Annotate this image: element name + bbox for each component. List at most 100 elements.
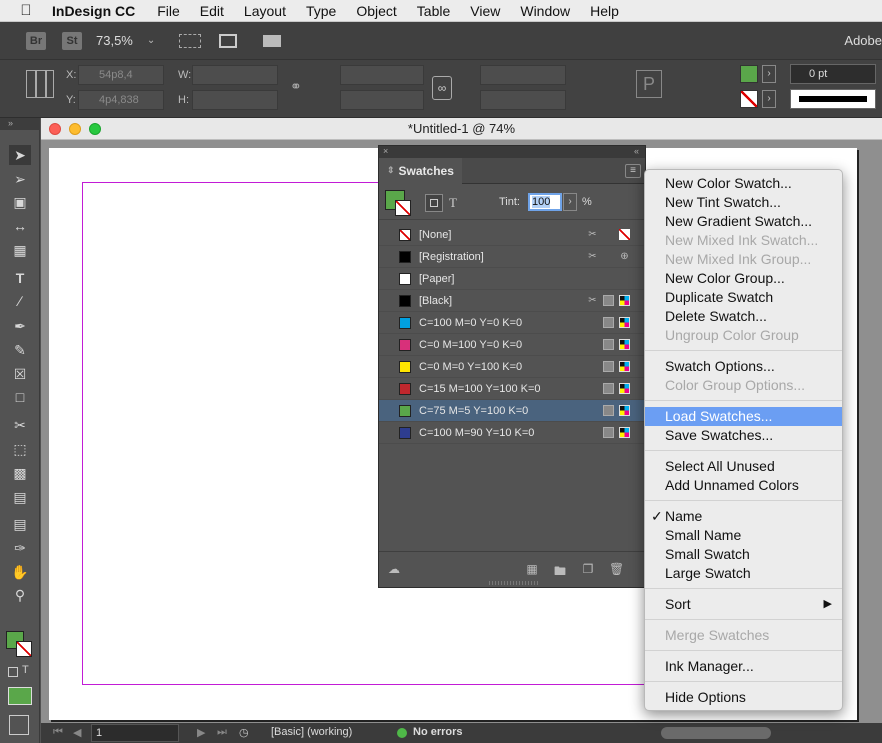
page-tool-icon[interactable]: ▣: [9, 192, 31, 212]
first-page-icon[interactable]: ⏮: [53, 726, 63, 739]
type-tool-icon[interactable]: T: [9, 268, 31, 288]
view-options-icon[interactable]: [179, 33, 202, 48]
menu-view-small-swatch[interactable]: Small Swatch: [645, 545, 842, 564]
zoom-window-icon[interactable]: [89, 123, 101, 135]
menu-ink-manager[interactable]: Ink Manager...: [645, 657, 842, 676]
stock-button[interactable]: St: [62, 31, 82, 50]
h-field[interactable]: [192, 90, 278, 110]
menu-new-color-group[interactable]: New Color Group...: [645, 269, 842, 288]
page-number-field[interactable]: 1: [91, 724, 179, 742]
arrange-documents-icon[interactable]: [263, 34, 282, 47]
zoom-tool-icon[interactable]: ⚲: [9, 585, 31, 605]
panel-menu-icon[interactable]: ≡: [625, 163, 641, 178]
swatch-row-registration[interactable]: [Registration] ✂ ⊕: [379, 246, 645, 268]
delete-swatch-icon[interactable]: 🗑: [609, 562, 624, 576]
selection-tool-icon[interactable]: ➤: [9, 145, 31, 165]
swatch-row-yellow[interactable]: C=0 M=0 Y=100 K=0: [379, 356, 645, 378]
content-collector-icon[interactable]: ▦: [9, 240, 31, 260]
formatting-text-icon[interactable]: T: [449, 195, 457, 211]
swatch-row-green[interactable]: C=75 M=5 Y=100 K=0: [379, 400, 645, 422]
scissors-icon[interactable]: ✂: [9, 415, 31, 435]
resize-grip-icon[interactable]: [489, 581, 539, 585]
last-page-icon[interactable]: ⏭: [217, 726, 227, 739]
container-icon[interactable]: [8, 667, 18, 677]
fill-arrow-icon[interactable]: ›: [762, 65, 776, 83]
formatting-container-icon[interactable]: [425, 194, 443, 212]
close-window-icon[interactable]: [49, 123, 61, 135]
shear-field[interactable]: [480, 90, 566, 110]
zoom-chevron-icon[interactable]: ⌄: [147, 35, 155, 46]
minimize-window-icon[interactable]: [69, 123, 81, 135]
preflight-profile[interactable]: [Basic] (working): [271, 726, 352, 738]
menu-layout[interactable]: Layout: [234, 3, 296, 19]
menu-window[interactable]: Window: [510, 3, 580, 19]
free-transform-icon[interactable]: ⬚: [9, 439, 31, 459]
swatch-row-black[interactable]: [Black] ✂: [379, 290, 645, 312]
menu-add-unnamed-colors[interactable]: Add Unnamed Colors: [645, 476, 842, 495]
show-swatch-kinds-icon[interactable]: ▦: [525, 562, 539, 576]
fill-swatch[interactable]: [740, 65, 758, 83]
pencil-tool-icon[interactable]: ✎: [9, 340, 31, 360]
preflight-icon[interactable]: ◷: [239, 726, 249, 739]
hand-tool-icon[interactable]: ✋: [9, 562, 31, 582]
menu-view-large-swatch[interactable]: Large Swatch: [645, 564, 842, 583]
w-field[interactable]: [192, 65, 278, 85]
text-format-icon[interactable]: T: [22, 664, 29, 676]
collapse-panel-icon[interactable]: «: [634, 146, 639, 157]
menu-select-all-unused[interactable]: Select All Unused: [645, 457, 842, 476]
screen-mode-tool-icon[interactable]: [9, 715, 29, 735]
direct-selection-icon[interactable]: ➢: [9, 169, 31, 189]
menu-new-color-swatch[interactable]: New Color Swatch...: [645, 174, 842, 193]
line-tool-icon[interactable]: ∕: [9, 291, 31, 311]
x-field[interactable]: 54p8,4: [78, 65, 164, 85]
menu-edit[interactable]: Edit: [190, 3, 234, 19]
menu-new-gradient-swatch[interactable]: New Gradient Swatch...: [645, 212, 842, 231]
swatch-row-paper[interactable]: [Paper]: [379, 268, 645, 290]
menu-swatch-options[interactable]: Swatch Options...: [645, 357, 842, 376]
menu-delete-swatch[interactable]: Delete Swatch...: [645, 307, 842, 326]
gradient-swatch-icon[interactable]: ▩: [9, 463, 31, 483]
panel-header[interactable]: × «: [379, 146, 645, 158]
menu-view[interactable]: View: [460, 3, 510, 19]
stroke-arrow-icon[interactable]: ›: [762, 90, 776, 108]
eyedropper-icon[interactable]: ✑: [9, 538, 31, 558]
tools-grip[interactable]: »: [0, 118, 40, 130]
tint-arrow-icon[interactable]: ›: [563, 193, 577, 211]
bridge-button[interactable]: Br: [26, 31, 46, 50]
rectangle-tool-icon[interactable]: □: [9, 387, 31, 407]
stroke-proxy-icon[interactable]: [395, 200, 411, 216]
note-tool-icon[interactable]: ▤: [9, 514, 31, 534]
stroke-weight-field[interactable]: 0 pt: [790, 64, 876, 84]
chain-link-icon[interactable]: ∞: [432, 76, 452, 100]
swatch-row-blue[interactable]: C=100 M=90 Y=10 K=0: [379, 422, 645, 444]
pen-tool-icon[interactable]: ✒: [9, 316, 31, 336]
menu-file[interactable]: File: [147, 3, 190, 19]
tint-input[interactable]: 100: [528, 193, 562, 211]
menu-hide-options[interactable]: Hide Options: [645, 688, 842, 707]
horizontal-scrollbar[interactable]: [661, 727, 771, 739]
y-field[interactable]: 4p4,838: [78, 90, 164, 110]
app-menu[interactable]: InDesign CC: [52, 3, 147, 19]
scale-x-field[interactable]: [340, 65, 424, 85]
swatch-row-red[interactable]: C=15 M=100 Y=100 K=0: [379, 378, 645, 400]
menu-new-tint-swatch[interactable]: New Tint Swatch...: [645, 193, 842, 212]
constrain-icon[interactable]: ⚭: [290, 78, 302, 95]
new-swatch-icon[interactable]: ❐: [581, 562, 595, 576]
new-color-group-icon[interactable]: 🖿: [553, 562, 567, 578]
menu-object[interactable]: Object: [346, 3, 406, 19]
gradient-feather-icon[interactable]: ▤: [9, 487, 31, 507]
swatch-row-cyan[interactable]: C=100 M=0 Y=0 K=0: [379, 312, 645, 334]
swatches-tab[interactable]: ⇕ Swatches: [379, 157, 462, 184]
menu-table[interactable]: Table: [407, 3, 460, 19]
stroke-swatch[interactable]: [740, 90, 758, 108]
close-panel-icon[interactable]: ×: [383, 146, 388, 156]
scale-y-field[interactable]: [340, 90, 424, 110]
menu-sort[interactable]: Sort ▶: [645, 595, 842, 614]
menu-view-name[interactable]: ✓ Name: [645, 507, 842, 526]
rotation-field[interactable]: [480, 65, 566, 85]
menu-view-small-name[interactable]: Small Name: [645, 526, 842, 545]
stroke-color-icon[interactable]: [16, 641, 32, 657]
errors-status[interactable]: No errors: [413, 726, 463, 738]
swatch-row-magenta[interactable]: C=0 M=100 Y=0 K=0: [379, 334, 645, 356]
zoom-level[interactable]: 73,5%: [96, 33, 133, 48]
